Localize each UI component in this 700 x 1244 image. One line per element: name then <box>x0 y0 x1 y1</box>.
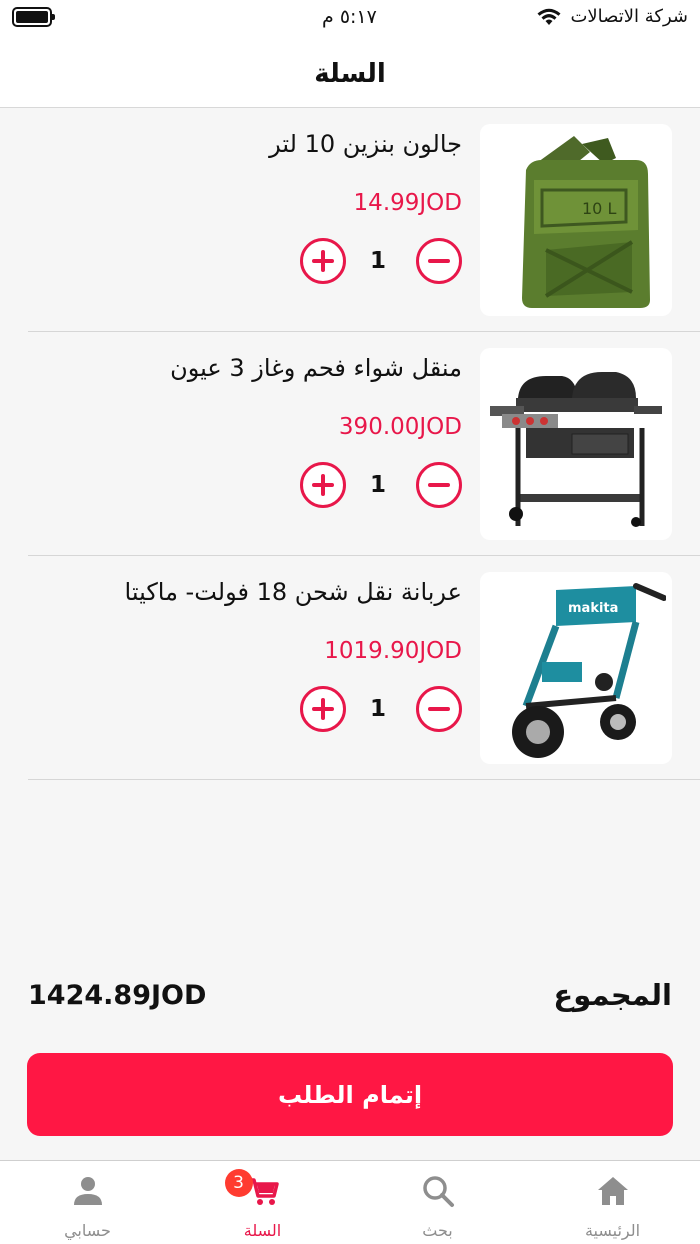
product-price: 1019.90JOD <box>324 638 462 664</box>
cart-item: منقل شواء فحم وغاز 3 عيون 390.00JOD 1 <box>28 332 700 556</box>
decrease-quantity-button[interactable] <box>416 462 462 508</box>
minus-icon <box>428 259 450 263</box>
product-name: منقل شواء فحم وغاز 3 عيون <box>170 354 462 382</box>
minus-icon <box>428 483 450 487</box>
checkout-button[interactable]: إتمام الطلب <box>27 1053 673 1136</box>
jerry-can-image: 10 L <box>522 136 650 308</box>
product-name: جالون بنزين 10 لتر <box>269 130 462 158</box>
decrease-quantity-button[interactable] <box>416 686 462 732</box>
minus-icon <box>428 707 450 711</box>
grill-image <box>490 372 662 527</box>
decrease-quantity-button[interactable] <box>416 238 462 284</box>
nav-header: السلة <box>0 40 700 108</box>
search-icon <box>422 1176 454 1207</box>
svg-text:makita: makita <box>568 601 618 616</box>
carrier-info: شركة الاتصالات <box>536 6 688 27</box>
svg-text:10 L: 10 L <box>582 199 616 218</box>
cart-item: 10 L جالون بنزين 10 لتر 14.99JOD 1 <box>28 108 700 332</box>
product-price: 14.99JOD <box>353 190 462 216</box>
home-icon <box>597 1177 628 1205</box>
quantity-value: 1 <box>369 472 386 498</box>
quantity-value: 1 <box>369 248 386 274</box>
status-time: ٥:١٧ م <box>322 6 377 28</box>
product-price: 390.00JOD <box>338 414 462 440</box>
product-image[interactable]: makita <box>480 572 672 764</box>
increase-quantity-button[interactable] <box>300 686 346 732</box>
tab-cart[interactable]: 3 السلة <box>175 1161 350 1244</box>
increase-quantity-button[interactable] <box>300 462 346 508</box>
tab-account[interactable]: حسابي <box>0 1161 175 1244</box>
cart-count-badge: 3 <box>224 1169 253 1197</box>
cart-item: makita عربانة نقل شحن 18 فولت- ماكيتا 10… <box>28 556 700 780</box>
page-title: السلة <box>314 58 386 89</box>
tab-label: الرئيسية <box>584 1221 641 1240</box>
person-icon <box>73 1177 102 1205</box>
product-image[interactable]: 10 L <box>480 124 672 316</box>
wheelbarrow-image: makita <box>512 583 666 758</box>
total-label: المجموع <box>553 978 672 1012</box>
tab-search[interactable]: بحث <box>350 1161 525 1244</box>
total-value: 1424.89JOD <box>28 980 207 1011</box>
tab-label: بحث <box>422 1221 453 1240</box>
status-bar: ٥:١٧ م شركة الاتصالات <box>0 0 700 40</box>
increase-quantity-button[interactable] <box>300 238 346 284</box>
tab-label: حسابي <box>64 1221 111 1240</box>
quantity-value: 1 <box>369 696 386 722</box>
tab-bar: حسابي 3 السلة بحث الرئيسية <box>0 1160 700 1244</box>
product-name: عربانة نقل شحن 18 فولت- ماكيتا <box>124 578 462 606</box>
product-image[interactable] <box>480 348 672 540</box>
wifi-icon <box>537 8 561 25</box>
battery-icon <box>12 7 55 27</box>
carrier-name: شركة الاتصالات <box>570 6 688 27</box>
tab-label: السلة <box>243 1221 282 1240</box>
tab-home[interactable]: الرئيسية <box>525 1161 700 1244</box>
